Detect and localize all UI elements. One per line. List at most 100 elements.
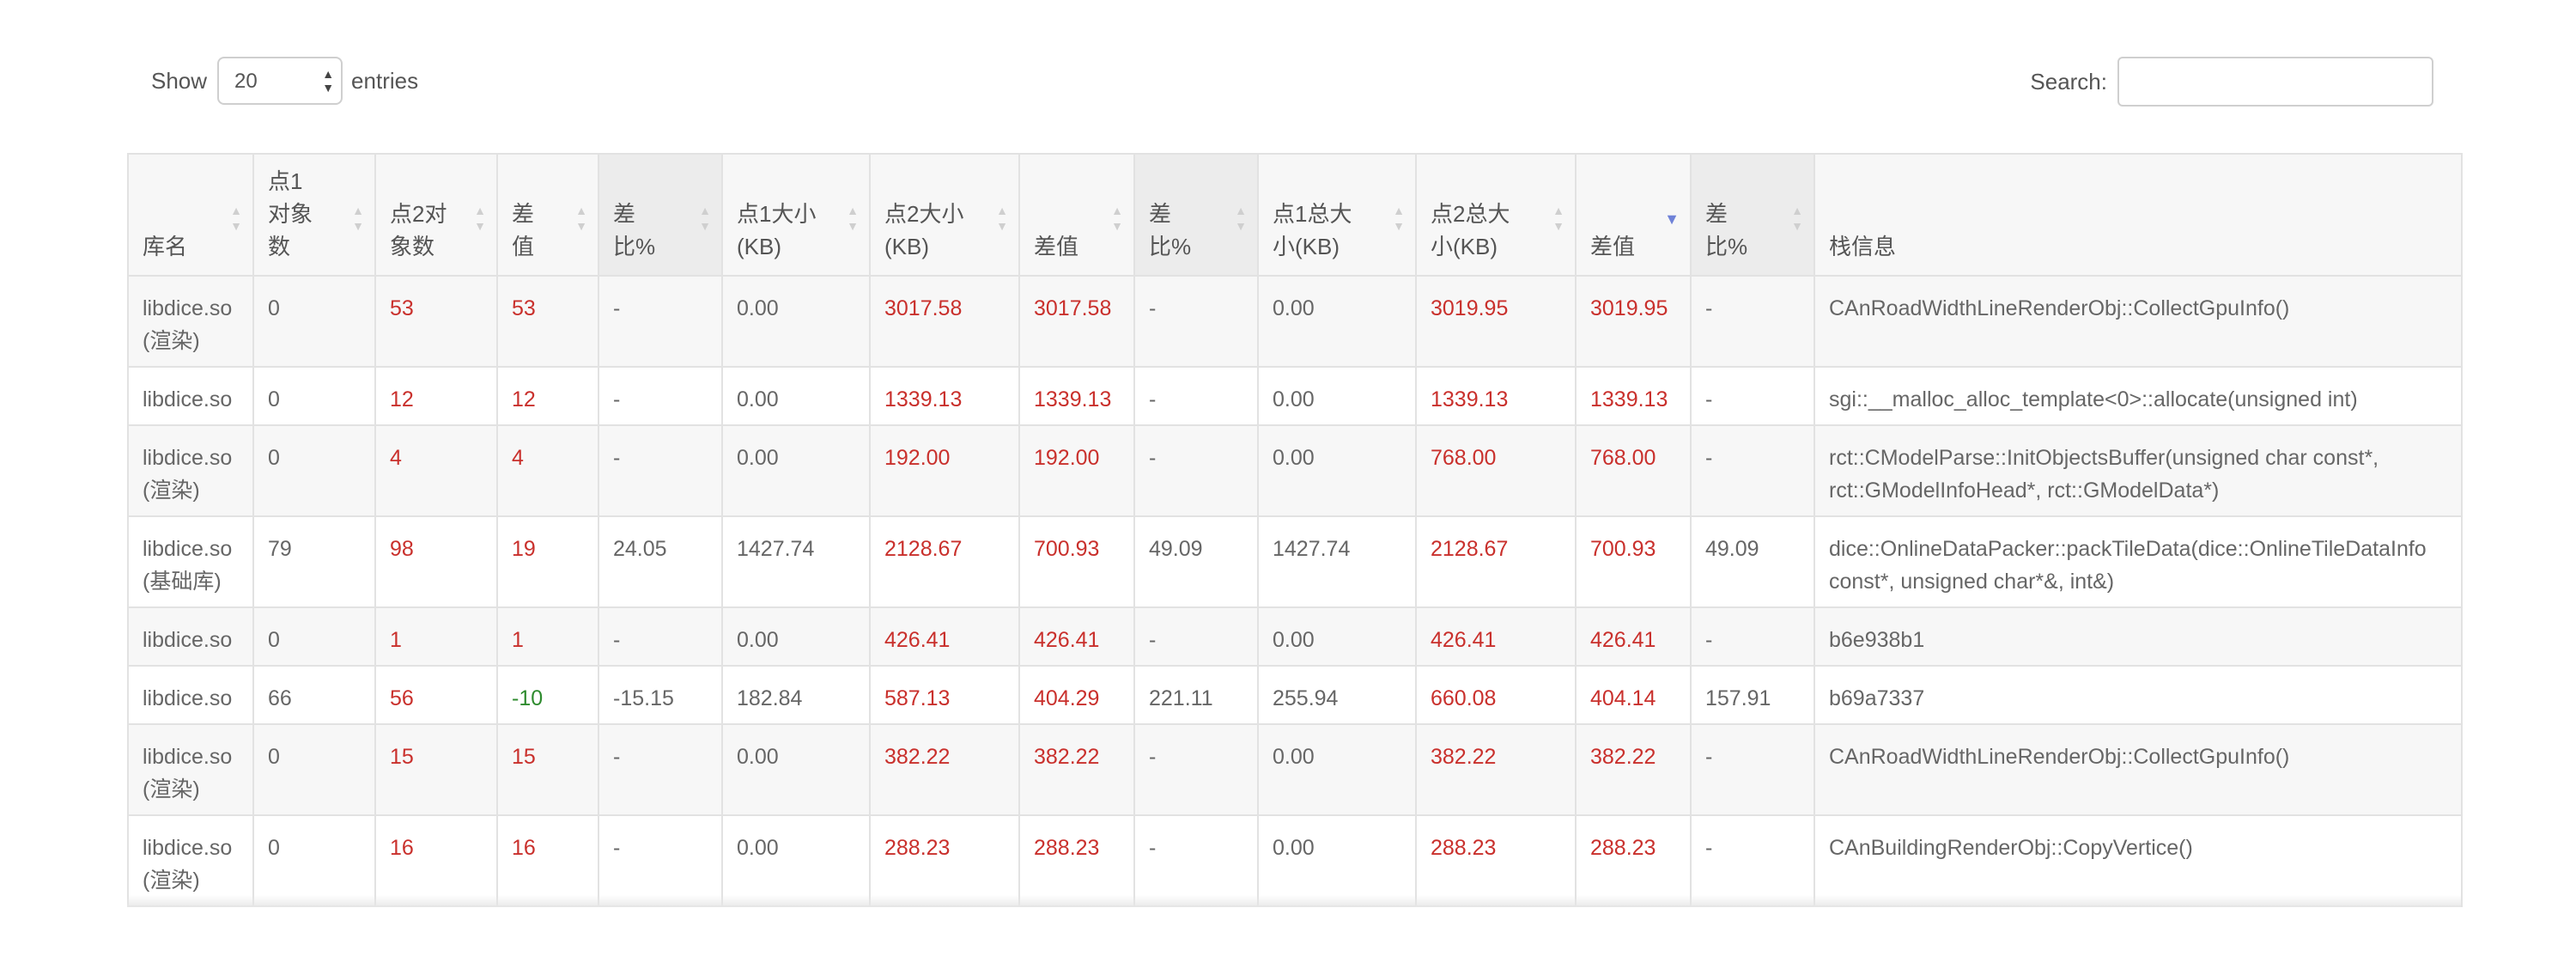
search-control: Search: [2030, 57, 2433, 107]
table-cell: 19 [496, 515, 599, 608]
table-cell: 426.41 [869, 606, 1020, 667]
column-header-7[interactable]: 差值 ▲ ▼ [1018, 153, 1135, 277]
sort-both-icon: ▲ ▼ [575, 204, 587, 233]
column-header-13[interactable]: 栈信息 [1814, 153, 2463, 277]
table-cell: 4 [496, 424, 599, 517]
table-cell: - [1690, 424, 1815, 517]
table-cell: b6e938b1 [1814, 606, 2463, 667]
table-cell: - [598, 275, 723, 368]
table-cell: 382.22 [1415, 723, 1577, 816]
table-cell: -10 [496, 665, 599, 725]
table-row[interactable]: libdice.so 0 12 12-0.00 1339.13 1339.13-0.00 1… [127, 366, 2463, 426]
column-header-label: 点2大小 [884, 201, 964, 227]
column-header-label: (KB) [884, 234, 929, 259]
column-header-label: 点2对 [390, 201, 447, 227]
table-row[interactable]: libdice.so 66 56 -10 -15.15 182.84 587.13 404.2… [127, 665, 2463, 725]
table-cell: CAnBuildingRenderObj::CopyVertice() [1814, 814, 2463, 907]
column-header-label: 点1 [268, 168, 303, 194]
column-header-11[interactable]: 差值 ▼ [1575, 153, 1692, 277]
table-cell: 3017.58 [1018, 275, 1135, 368]
table-cell: 255.94 [1257, 665, 1417, 725]
table-cell: - [1133, 723, 1259, 816]
table-cell: 0.00 [1257, 275, 1417, 368]
table-cell: 0.00 [1257, 723, 1417, 816]
table-cell: 192.00 [869, 424, 1020, 517]
table-cell: dice::OnlineDataPacker::packTileData(dic… [1814, 515, 2463, 608]
column-header-1[interactable]: 点1 对象数 ▲ ▼ [252, 153, 376, 277]
table-cell: 182.84 [721, 665, 871, 725]
entries-select[interactable]: 20 ▲ ▼ [217, 57, 343, 105]
table-cell: 0 [252, 814, 376, 907]
table-row[interactable]: libdice.so 0 1 1-0.00 426.41 426.41-0.00 426.4… [127, 606, 2463, 667]
table-cell: 16 [496, 814, 599, 907]
table-cell: 0.00 [1257, 814, 1417, 907]
column-header-label: 点2总大 [1431, 201, 1510, 227]
table-cell: 768.00 [1415, 424, 1577, 517]
table-cell: - [1133, 814, 1259, 907]
table-cell: libdice.so (渲染) [127, 275, 254, 368]
table-cell: 56 [374, 665, 498, 725]
sort-both-icon: ▲ ▼ [1111, 204, 1123, 233]
column-header-label: 比% [1705, 234, 1748, 259]
table-cell: libdice.so (渲染) [127, 723, 254, 816]
table-cell: 660.08 [1415, 665, 1577, 725]
table-cell: 12 [496, 366, 599, 426]
table-cell: 426.41 [1415, 606, 1577, 667]
table-cell: 288.23 [869, 814, 1020, 907]
table-row[interactable]: libdice.so (渲染) 0 16 16-0.00 288.23 288.23-0.… [127, 814, 2463, 907]
column-header-label: 差值 [1034, 234, 1079, 259]
table-row[interactable]: libdice.so (渲染) 0 4 4-0.00 192.00 192.00-0.00… [127, 424, 2463, 517]
table-cell: 16 [374, 814, 498, 907]
column-header-0[interactable]: 库名 ▲ ▼ [127, 153, 254, 277]
table-cell: 2128.67 [1415, 515, 1577, 608]
table-cell: 404.14 [1575, 665, 1692, 725]
table-cell: 192.00 [1018, 424, 1135, 517]
column-header-3[interactable]: 差值 ▲ ▼ [496, 153, 599, 277]
table-cell: 382.22 [1575, 723, 1692, 816]
column-header-12[interactable]: 差比% ▲ ▼ [1690, 153, 1815, 277]
table-cell: libdice.so [127, 665, 254, 725]
table-cell: 12 [374, 366, 498, 426]
table-cell: 0.00 [721, 814, 871, 907]
table-cell: 0.00 [721, 275, 871, 368]
column-header-2[interactable]: 点2对 象数 ▲ ▼ [374, 153, 498, 277]
table-cell: 1427.74 [1257, 515, 1417, 608]
column-header-9[interactable]: 点1总大 小(KB) ▲ ▼ [1257, 153, 1417, 277]
column-header-8[interactable]: 差比% ▲ ▼ [1133, 153, 1259, 277]
table-cell: 157.91 [1690, 665, 1815, 725]
table-cell: - [598, 424, 723, 517]
table-cell: 1427.74 [721, 515, 871, 608]
table-cell: - [1690, 814, 1815, 907]
search-input[interactable] [2117, 57, 2433, 107]
table-cell: libdice.so (基础库) [127, 515, 254, 608]
column-header-label: 差 [512, 201, 535, 227]
table-cell: 382.22 [869, 723, 1020, 816]
column-header-5[interactable]: 点1大小 (KB) ▲ ▼ [721, 153, 871, 277]
table-cell: 4 [374, 424, 498, 517]
table-cell: 1339.13 [1415, 366, 1577, 426]
column-header-10[interactable]: 点2总大 小(KB) ▲ ▼ [1415, 153, 1577, 277]
table-cell: 0.00 [721, 723, 871, 816]
table-row[interactable]: libdice.so (基础库) 79 98 19 24.05 1427.74 2128.6… [127, 515, 2463, 608]
column-header-6[interactable]: 点2大小 (KB) ▲ ▼ [869, 153, 1020, 277]
table-cell: 3017.58 [869, 275, 1020, 368]
table-cell: 288.23 [1018, 814, 1135, 907]
table-cell: - [1690, 606, 1815, 667]
sort-both-icon: ▲ ▼ [847, 204, 859, 233]
table-cell: 53 [374, 275, 498, 368]
table-row[interactable]: libdice.so (渲染) 0 53 53-0.00 3017.58 3017.58-… [127, 275, 2463, 368]
table-row[interactable]: libdice.so (渲染) 0 15 15-0.00 382.22 382.22-0.… [127, 723, 2463, 816]
table-cell: 0 [252, 606, 376, 667]
table-cell: 382.22 [1018, 723, 1135, 816]
column-header-4[interactable]: 差比% ▲ ▼ [598, 153, 723, 277]
table-cell: 24.05 [598, 515, 723, 608]
column-header-label: 差 [1705, 201, 1728, 227]
sort-both-icon: ▲ ▼ [230, 204, 242, 233]
sort-both-icon: ▲ ▼ [1552, 204, 1564, 233]
table-body: libdice.so (渲染) 0 53 53-0.00 3017.58 3017.58-… [127, 275, 2463, 907]
sort-both-icon: ▲ ▼ [996, 204, 1008, 233]
table-cell: 587.13 [869, 665, 1020, 725]
table-cell: 0.00 [1257, 606, 1417, 667]
table-cell: 3019.95 [1415, 275, 1577, 368]
table-cell: 1 [496, 606, 599, 667]
